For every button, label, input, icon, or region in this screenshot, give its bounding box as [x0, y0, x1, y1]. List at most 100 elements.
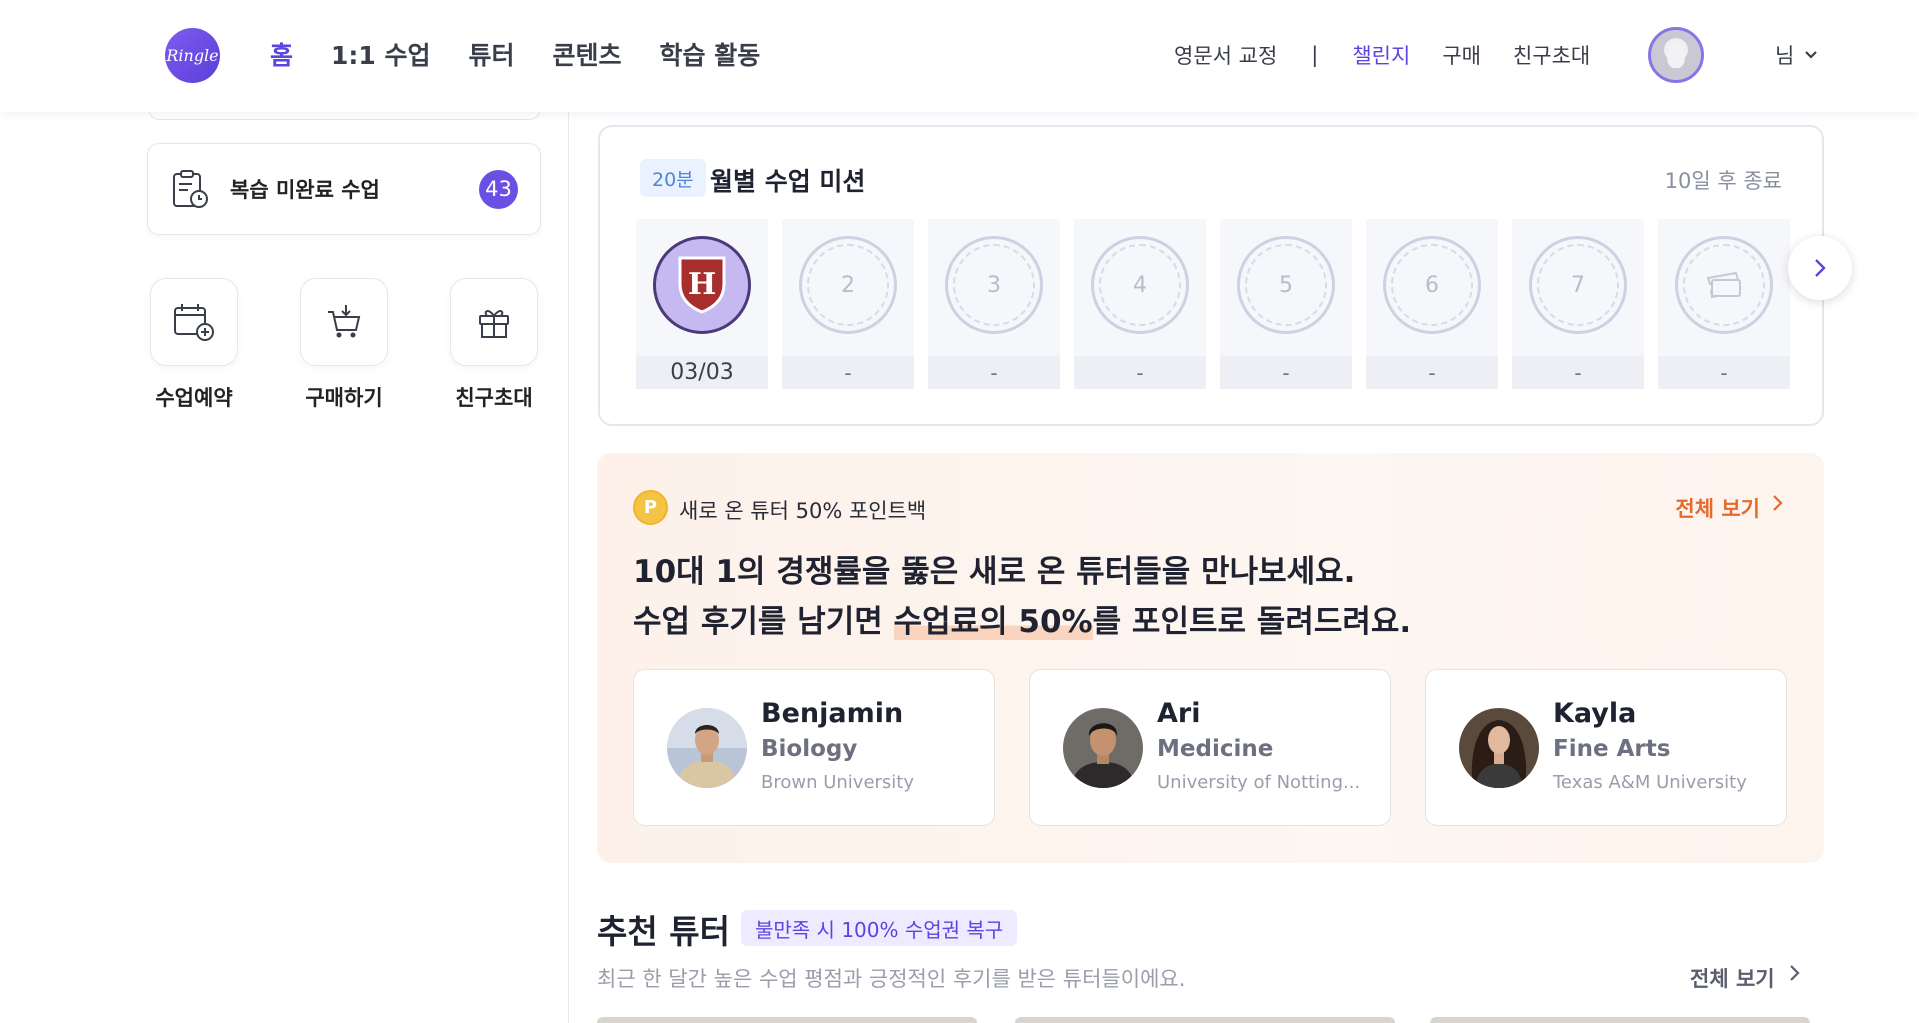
chevron-right-icon: [1773, 495, 1783, 511]
invite-label: 친구초대: [455, 386, 533, 410]
mission-stamp-8: -: [1658, 219, 1790, 389]
stamp-date: -: [1512, 356, 1644, 389]
calendar-add-icon: [174, 304, 214, 341]
challenge-link[interactable]: 챌린지: [1352, 40, 1410, 70]
stamp-number: 3: [987, 272, 1001, 298]
nav-activities[interactable]: 학습 활동: [660, 36, 761, 72]
invite-button[interactable]: [450, 278, 538, 366]
nav-separator: |: [1311, 43, 1319, 67]
view-all-label: 전체 보기: [1675, 497, 1760, 521]
promo-subtitle: 새로 온 튜터 50% 포인트백: [679, 499, 927, 523]
invite-link[interactable]: 친구초대: [1513, 40, 1590, 70]
promo-headline-line2: 수업 후기를 남기면 수업료의 50%를 포인트로 돌려드려요.: [633, 604, 1412, 640]
duration-tag: 20분: [640, 159, 706, 197]
user-menu[interactable]: 님: [1775, 40, 1818, 70]
stamp-number: 5: [1279, 272, 1293, 298]
tutor-name: Benjamin: [761, 698, 904, 729]
tutor-university: Texas A&M University: [1553, 772, 1747, 793]
tutor-photo: [1063, 708, 1143, 788]
point-coin-icon: P: [633, 490, 668, 525]
svg-text:H: H: [688, 267, 716, 302]
book-lesson-button[interactable]: [150, 278, 238, 366]
stamp-date: -: [928, 356, 1060, 389]
mission-stamp-2: 2 -: [782, 219, 914, 389]
book-lesson-label: 수업예약: [155, 386, 233, 410]
tutor-field: Fine Arts: [1553, 736, 1671, 762]
gift-icon: [479, 310, 509, 338]
mission-stamp-7: 7 -: [1512, 219, 1644, 389]
stamp-date: -: [1074, 356, 1206, 389]
cart-icon: [328, 305, 361, 338]
tutor-name: Kayla: [1553, 698, 1637, 729]
ringle-logo[interactable]: Ringle: [165, 28, 220, 83]
mission-stamp-1: H 03/03: [636, 219, 768, 389]
tutor-card-benjamin[interactable]: Benjamin Biology Brown University: [633, 669, 995, 826]
tutor-photo: [1459, 708, 1539, 788]
incomplete-review-card[interactable]: 복습 미완료 수업 43: [147, 143, 541, 235]
quick-action-invite[interactable]: 친구초대: [450, 278, 538, 412]
stamp-date: -: [1220, 356, 1352, 389]
highlighted-text: 수업료의 50%: [893, 604, 1093, 640]
nav-lessons[interactable]: 1:1 수업: [331, 36, 431, 72]
tutor-university: University of Notting...: [1157, 772, 1361, 793]
purchase-link[interactable]: 구매: [1442, 40, 1481, 70]
top-header: Ringle 홈 1:1 수업 튜터 콘텐츠 학습 활동 영문서 교정 | 챌린…: [0, 0, 1919, 112]
recommended-subtitle: 최근 한 달간 높은 수업 평점과 긍정적인 후기를 받은 튜터들이에요.: [597, 967, 1186, 991]
mission-end-text: 10일 후 종료: [1664, 169, 1782, 193]
recommended-guarantee-tag: 불만족 시 100% 수업권 복구: [741, 910, 1018, 946]
tutor-card-ari[interactable]: Ari Medicine University of Notting...: [1029, 669, 1391, 826]
ticket-icon: [1706, 271, 1742, 299]
mission-title: 월별 수업 미션: [710, 167, 866, 196]
incomplete-review-label: 복습 미완료 수업: [230, 178, 380, 202]
recommended-tutor-card-edge[interactable]: [1015, 1017, 1395, 1023]
stamp-date: -: [782, 356, 914, 389]
tutor-card-kayla[interactable]: Kayla Fine Arts Texas A&M University: [1425, 669, 1787, 826]
mission-stamp-3: 3 -: [928, 219, 1060, 389]
clipboard-clock-icon: [173, 170, 208, 208]
tutor-university: Brown University: [761, 772, 915, 793]
proofreading-link[interactable]: 영문서 교정: [1174, 40, 1277, 70]
stamp-number: 2: [841, 272, 855, 298]
purchase-label: 구매하기: [305, 386, 383, 410]
quick-action-buy[interactable]: 구매하기: [300, 278, 388, 412]
recommended-tutor-card-edge[interactable]: [597, 1017, 977, 1023]
promo-headline: 10대 1의 경쟁률을 뚫은 새로 온 튜터들을 만나보세요. 수업 후기를 남…: [633, 547, 1411, 647]
mission-stamp-4: 4 -: [1074, 219, 1206, 389]
mission-stamp-5: 5 -: [1220, 219, 1352, 389]
purchase-button[interactable]: [300, 278, 388, 366]
utility-nav: 영문서 교정 | 챌린지 구매 친구초대: [1174, 40, 1590, 70]
promo-view-all-link[interactable]: 전체 보기: [1675, 493, 1784, 523]
nav-home[interactable]: 홈: [270, 36, 293, 72]
user-name: 님: [1775, 44, 1795, 68]
stamp-date: -: [1658, 356, 1790, 389]
quick-action-book[interactable]: 수업예약: [150, 278, 238, 412]
tutor-field: Biology: [761, 736, 858, 762]
user-avatar[interactable]: [1648, 27, 1704, 83]
recommended-title: 추천 튜터: [597, 912, 730, 951]
stamp-number: 6: [1425, 272, 1439, 298]
chevron-right-icon: [1789, 965, 1800, 981]
nav-tutors[interactable]: 튜터: [469, 36, 515, 72]
main-nav: 홈 1:1 수업 튜터 콘텐츠 학습 활동: [270, 36, 760, 72]
recommended-tutor-card-edge[interactable]: [1430, 1017, 1810, 1023]
recommended-view-all-link[interactable]: 전체 보기: [1690, 963, 1801, 993]
incomplete-review-count: 43: [479, 169, 518, 209]
monthly-mission-card: 20분 월별 수업 미션 10일 후 종료 H 03/03 2 - 3 - 4 …: [598, 125, 1824, 426]
stamp-date: 03/03: [636, 356, 768, 389]
nav-contents[interactable]: 콘텐츠: [553, 36, 622, 72]
chevron-down-icon: [1805, 51, 1818, 59]
tutor-photo: [667, 708, 747, 788]
chevron-right-icon: [1815, 259, 1826, 277]
tutor-field: Medicine: [1157, 736, 1274, 762]
view-all-label: 전체 보기: [1690, 967, 1775, 991]
promo-headline-line1: 10대 1의 경쟁률을 뚫은 새로 온 튜터들을 만나보세요.: [633, 554, 1356, 590]
column-divider: [568, 112, 569, 1023]
mission-stamp-6: 6 -: [1366, 219, 1498, 389]
new-tutor-promo: P 새로 온 튜터 50% 포인트백 전체 보기 10대 1의 경쟁률을 뚫은 …: [597, 453, 1824, 863]
stamp-date: -: [1366, 356, 1498, 389]
tutor-name: Ari: [1157, 698, 1201, 729]
mission-next-button[interactable]: [1788, 236, 1852, 300]
stamp-number: 4: [1133, 272, 1147, 298]
harvard-shield-icon: H: [653, 236, 751, 334]
stamp-number: 7: [1571, 272, 1585, 298]
